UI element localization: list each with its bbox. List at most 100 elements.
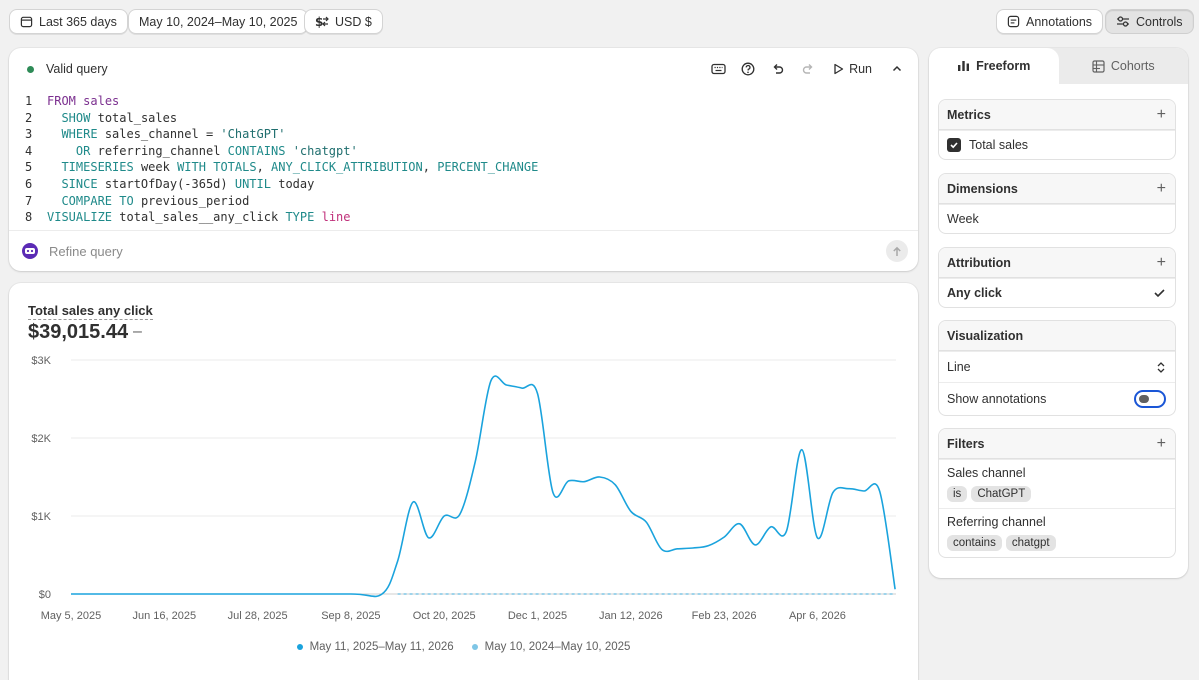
filters-section: Filters + Sales channel is ChatGPT Referri… <box>938 428 1176 558</box>
comparison-dates-button[interactable]: May 10, 2024–May 10, 2025 <box>128 9 309 34</box>
redo-button[interactable] <box>795 57 821 81</box>
tab-freeform[interactable]: Freeform <box>929 48 1059 84</box>
dimension-item-label: Week <box>947 212 979 226</box>
metrics-section: Metrics + Total sales <box>938 99 1176 160</box>
legend-item-previous[interactable]: May 10, 2024–May 10, 2025 <box>471 641 631 653</box>
code-line-7: 7 COMPARE TO previous_period <box>25 193 538 210</box>
filter-sales-channel[interactable]: Sales channel is ChatGPT <box>939 459 1175 508</box>
x-tick-label: Feb 23, 2026 <box>692 610 757 622</box>
attribution-header: Attribution + <box>939 248 1175 278</box>
collapse-button[interactable] <box>884 57 910 81</box>
series-line-current <box>71 375 896 598</box>
query-editor-card: Valid query Run 1 FROM sales 2 SHOW total… <box>9 48 918 271</box>
code-text: COMPARE TO previous_period <box>61 193 250 208</box>
code-line-4: 4 OR referring_channel CONTAINS 'chatgpt… <box>25 143 538 160</box>
filters-title: Filters <box>947 436 985 451</box>
add-metric-icon[interactable]: + <box>1157 106 1166 124</box>
tab-cohorts-label: Cohorts <box>1110 59 1155 73</box>
code-line-3: 3 WHERE sales_channel = 'ChatGPT' <box>25 126 538 143</box>
attribution-item[interactable]: Any click <box>939 278 1175 307</box>
query-toolbar: Run <box>705 57 910 81</box>
x-tick-label: Sep 8, 2025 <box>321 610 380 622</box>
query-status-label: Valid query <box>46 62 108 76</box>
annotations-label: Annotations <box>1026 14 1093 29</box>
svg-text:$: $ <box>315 15 323 28</box>
filter-value-chip[interactable]: ChatGPT <box>971 486 1032 502</box>
play-icon <box>834 63 844 75</box>
code-text: TIMESERIES week WITH TOTALS, ANY_CLICK_A… <box>61 160 539 175</box>
x-tick-label: Dec 1, 2025 <box>508 610 567 622</box>
controls-button[interactable]: Controls <box>1105 9 1194 34</box>
undo-icon <box>773 64 784 74</box>
help-icon <box>741 62 755 76</box>
chart-legend: May 11, 2025–May 11, 2026 May 10, 2024–M… <box>9 641 918 653</box>
grid-icon <box>1092 59 1105 73</box>
attribution-section: Attribution + Any click <box>938 247 1176 308</box>
metric-item[interactable]: Total sales <box>939 130 1175 159</box>
line-number: 3 <box>25 127 33 142</box>
filters-header: Filters + <box>939 429 1175 459</box>
metrics-title: Metrics <box>947 107 991 122</box>
dimension-item[interactable]: Week <box>939 204 1175 233</box>
line-number: 1 <box>25 94 33 108</box>
code-text: SINCE startOfDay(-365d) UNTIL today <box>61 176 315 191</box>
undo-button[interactable] <box>765 57 791 81</box>
dimensions-section: Dimensions + Week <box>938 173 1176 234</box>
add-attribution-icon[interactable]: + <box>1157 254 1166 272</box>
assistant-logo-icon <box>22 243 38 259</box>
code-text: SHOW total_sales <box>61 110 178 125</box>
refine-query-bar[interactable]: Refine query <box>9 230 918 271</box>
top-toolbar: Last 365 days May 10, 2024–May 10, 2025 … <box>0 0 1199 42</box>
filter-operator-chip[interactable]: is <box>947 486 968 502</box>
refine-query-placeholder: Refine query <box>49 243 123 259</box>
sliders-icon <box>1117 16 1129 27</box>
chevron-up-icon <box>892 65 902 72</box>
filter-label: Sales channel <box>947 466 1026 480</box>
line-chart: $0 $1K $2K $3K May 5, 2025 Jun 16, 2025 Jul 28… <box>31 355 896 622</box>
select-chevrons-icon <box>1157 361 1165 373</box>
x-tick-label: May 5, 2025 <box>41 610 102 622</box>
dimensions-header: Dimensions + <box>939 174 1175 204</box>
add-dimension-icon[interactable]: + <box>1157 180 1166 198</box>
comparison-dates-label: May 10, 2024–May 10, 2025 <box>139 14 298 29</box>
annotations-button[interactable]: Annotations <box>996 9 1104 34</box>
legend-item-current[interactable]: May 11, 2025–May 11, 2026 <box>296 641 454 653</box>
dimensions-title: Dimensions <box>947 181 1018 196</box>
bar-chart-icon <box>958 61 970 71</box>
legend-label: May 10, 2024–May 10, 2025 <box>484 641 631 653</box>
keyboard-shortcuts-button[interactable] <box>705 57 731 81</box>
x-tick-label: Apr 6, 2026 <box>789 610 846 622</box>
legend-dot <box>471 644 478 650</box>
attribution-item-label: Any click <box>947 286 1002 300</box>
chart-total-value: $39,015.44 <box>28 321 129 343</box>
checkbox-checked-icon[interactable] <box>947 138 961 152</box>
query-status: Valid query <box>27 62 108 76</box>
visualization-section: Visualization Line Show annotations <box>938 320 1176 416</box>
line-number: 2 <box>25 110 33 125</box>
code-line-5: 5 TIMESERIES week WITH TOTALS, ANY_CLICK… <box>25 159 538 176</box>
chart-card: Total sales any click $39,015.44 – $0 $1K… <box>9 283 918 680</box>
show-annotations-toggle[interactable] <box>1134 390 1166 408</box>
query-code[interactable]: 1 FROM sales 2 SHOW total_sales 3 WHERE s… <box>25 93 538 226</box>
tab-cohorts[interactable]: Cohorts <box>1059 48 1189 84</box>
filter-referring-channel[interactable]: Referring channel contains chatgpt <box>939 508 1175 557</box>
code-line-2: 2 SHOW total_sales <box>25 110 538 127</box>
visualization-type-select[interactable]: Line <box>939 351 1175 382</box>
chart-title[interactable]: Total sales any click <box>28 303 153 320</box>
line-number: 6 <box>25 176 33 191</box>
run-button[interactable]: Run <box>825 57 880 81</box>
y-tick-label: $0 <box>39 589 51 601</box>
status-dot <box>27 65 34 73</box>
send-button[interactable] <box>886 240 908 262</box>
x-tick-label: Jan 12, 2026 <box>599 610 663 622</box>
date-range-button[interactable]: Last 365 days <box>9 9 128 34</box>
add-filter-icon[interactable]: + <box>1157 435 1166 453</box>
filter-operator-chip[interactable]: contains <box>947 535 1002 551</box>
currency-button[interactable]: $ USD $ <box>304 9 383 34</box>
filter-value-chip[interactable]: chatgpt <box>1005 535 1056 551</box>
checkmark-icon <box>1154 289 1165 298</box>
show-annotations-row: Show annotations <box>939 382 1175 415</box>
controls-panel: Freeform Cohorts Metrics + Total sales Di… <box>929 48 1188 578</box>
help-button[interactable] <box>735 57 761 81</box>
visualization-title: Visualization <box>947 328 1024 343</box>
